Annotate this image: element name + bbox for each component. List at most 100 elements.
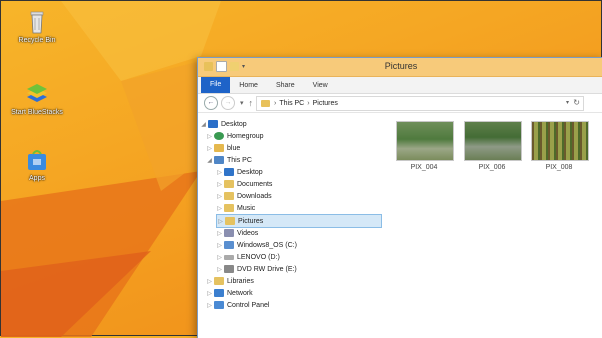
collapsed-arrow-icon[interactable]: ▷ xyxy=(206,133,213,140)
nav-item-label: Downloads xyxy=(237,192,272,200)
desktop-icon-recycle-bin[interactable]: Recycle Bin xyxy=(11,9,63,45)
file-item[interactable]: PIX_008 xyxy=(531,121,589,171)
tab-home[interactable]: Home xyxy=(230,82,267,89)
user-folder-icon xyxy=(214,144,224,152)
tab-view[interactable]: View xyxy=(304,82,337,89)
navigation-pane: ◢ Desktop ▷ Homegroup ▷ blue ◢ This PC ▷… xyxy=(198,114,384,338)
collapsed-arrow-icon[interactable]: ▷ xyxy=(216,254,223,261)
libraries-icon xyxy=(214,277,224,285)
pictures-folder-icon xyxy=(261,100,270,107)
nav-item-network[interactable]: ▷ Network xyxy=(206,287,253,299)
nav-item-downloads[interactable]: ▷ Downloads xyxy=(216,190,272,202)
back-button[interactable]: ← xyxy=(204,96,218,110)
nav-item-music[interactable]: ▷ Music xyxy=(216,202,255,214)
desktop-icon-label: Recycle Bin xyxy=(18,37,56,44)
expanded-arrow-icon[interactable]: ◢ xyxy=(200,121,207,128)
nav-item-pictures[interactable]: ▷ Pictures xyxy=(216,214,382,228)
nav-item-libraries[interactable]: ▷ Libraries xyxy=(206,275,254,287)
breadcrumb-separator: › xyxy=(274,100,277,107)
tab-share[interactable]: Share xyxy=(267,82,304,89)
folder-icon xyxy=(224,180,234,188)
folder-icon xyxy=(225,217,235,225)
image-thumbnail xyxy=(531,121,589,161)
network-icon xyxy=(214,289,224,297)
collapsed-arrow-icon[interactable]: ▷ xyxy=(206,302,213,309)
nav-item-drive-e[interactable]: ▷ DVD RW Drive (E:) xyxy=(216,263,297,275)
nav-item-label: Network xyxy=(227,289,253,297)
collapsed-arrow-icon[interactable]: ▷ xyxy=(216,266,223,273)
nav-item-drive-d[interactable]: ▷ LENOVO (D:) xyxy=(216,251,280,263)
file-list: PIX_004 PIX_006 PIX_008 xyxy=(394,114,602,338)
collapsed-arrow-icon[interactable]: ▷ xyxy=(216,230,223,237)
nav-item-label: Pictures xyxy=(238,217,264,225)
collapsed-arrow-icon[interactable]: ▷ xyxy=(217,218,224,225)
collapsed-arrow-icon[interactable]: ▷ xyxy=(216,181,223,188)
collapsed-arrow-icon[interactable]: ▷ xyxy=(206,145,213,152)
nav-item-desktop-folder[interactable]: ▷ Desktop xyxy=(216,166,263,178)
desktop-icon-bluestacks[interactable]: Start BlueStacks xyxy=(11,81,63,117)
tab-file[interactable]: File xyxy=(201,77,231,93)
breadcrumb-separator: › xyxy=(307,100,310,107)
file-explorer-window[interactable]: ▾ Pictures File Home Share View ← → ▾ ↑ … xyxy=(197,57,602,338)
collapsed-arrow-icon[interactable]: ▷ xyxy=(206,290,213,297)
bluestacks-icon xyxy=(24,81,50,107)
file-name: PIX_008 xyxy=(545,164,573,171)
image-thumbnail xyxy=(464,121,522,161)
ribbon-tabs: File Home Share View xyxy=(198,77,602,94)
homegroup-icon xyxy=(214,132,224,140)
address-bar[interactable]: › This PC › Pictures ▾ ↻ xyxy=(256,96,584,111)
desktop-icon-label: Apps xyxy=(29,175,45,182)
file-item[interactable]: PIX_004 xyxy=(396,121,454,171)
address-dropdown-icon[interactable]: ▾ xyxy=(566,99,569,106)
drive-icon xyxy=(224,241,234,249)
apps-icon xyxy=(24,147,50,173)
nav-item-label: Desktop xyxy=(221,120,247,128)
breadcrumb-this-pc[interactable]: This PC xyxy=(279,100,304,107)
folder-icon xyxy=(224,229,234,237)
collapsed-arrow-icon[interactable]: ▷ xyxy=(216,242,223,249)
window-title: Pictures xyxy=(384,61,418,71)
recent-locations-icon[interactable]: ▾ xyxy=(240,99,244,107)
nav-item-label: blue xyxy=(227,144,241,152)
computer-icon xyxy=(214,156,224,164)
nav-item-label: Homegroup xyxy=(227,132,264,140)
nav-item-label: LENOVO (D:) xyxy=(237,253,280,261)
nav-item-desktop[interactable]: ◢ Desktop xyxy=(200,118,247,130)
nav-item-blue[interactable]: ▷ blue xyxy=(206,142,240,154)
image-thumbnail xyxy=(396,121,454,161)
desktop-icon-apps[interactable]: Apps xyxy=(11,147,63,183)
nav-item-label: Desktop xyxy=(237,168,263,176)
collapsed-arrow-icon[interactable]: ▷ xyxy=(206,278,213,285)
desktop-icon xyxy=(208,120,218,128)
nav-item-homegroup[interactable]: ▷ Homegroup xyxy=(206,130,264,142)
up-button[interactable]: ↑ xyxy=(249,98,254,108)
nav-item-label: DVD RW Drive (E:) xyxy=(237,265,297,273)
nav-item-documents[interactable]: ▷ Documents xyxy=(216,178,272,190)
folder-icon xyxy=(224,168,234,176)
nav-item-this-pc[interactable]: ◢ This PC xyxy=(206,154,252,166)
dvd-icon xyxy=(224,265,234,273)
folder-icon xyxy=(224,204,234,212)
nav-item-label: Windows8_OS (C:) xyxy=(237,241,297,249)
collapsed-arrow-icon[interactable]: ▷ xyxy=(216,205,223,212)
nav-item-label: Videos xyxy=(237,229,259,237)
title-bar[interactable]: ▾ Pictures xyxy=(198,58,602,77)
drive-icon xyxy=(224,254,234,260)
folder-icon xyxy=(224,192,234,200)
desktop-icon-label: Start BlueStacks xyxy=(11,109,63,116)
nav-item-videos[interactable]: ▷ Videos xyxy=(216,227,258,239)
forward-button[interactable]: → xyxy=(221,96,235,110)
navigation-bar: ← → ▾ ↑ › This PC › Pictures ▾ ↻ xyxy=(198,94,602,113)
collapsed-arrow-icon[interactable]: ▷ xyxy=(216,169,223,176)
file-item[interactable]: PIX_006 xyxy=(464,121,522,171)
collapsed-arrow-icon[interactable]: ▷ xyxy=(216,193,223,200)
breadcrumb-pictures[interactable]: Pictures xyxy=(313,100,338,107)
nav-item-label: Music xyxy=(237,204,256,212)
nav-item-control-panel[interactable]: ▷ Control Panel xyxy=(206,299,269,311)
nav-item-drive-c[interactable]: ▷ Windows8_OS (C:) xyxy=(216,239,297,251)
expanded-arrow-icon[interactable]: ◢ xyxy=(206,157,213,164)
control-panel-icon xyxy=(214,301,224,309)
nav-item-label: This PC xyxy=(227,156,252,164)
recycle-bin-icon xyxy=(24,9,50,35)
refresh-icon[interactable]: ↻ xyxy=(573,98,580,107)
